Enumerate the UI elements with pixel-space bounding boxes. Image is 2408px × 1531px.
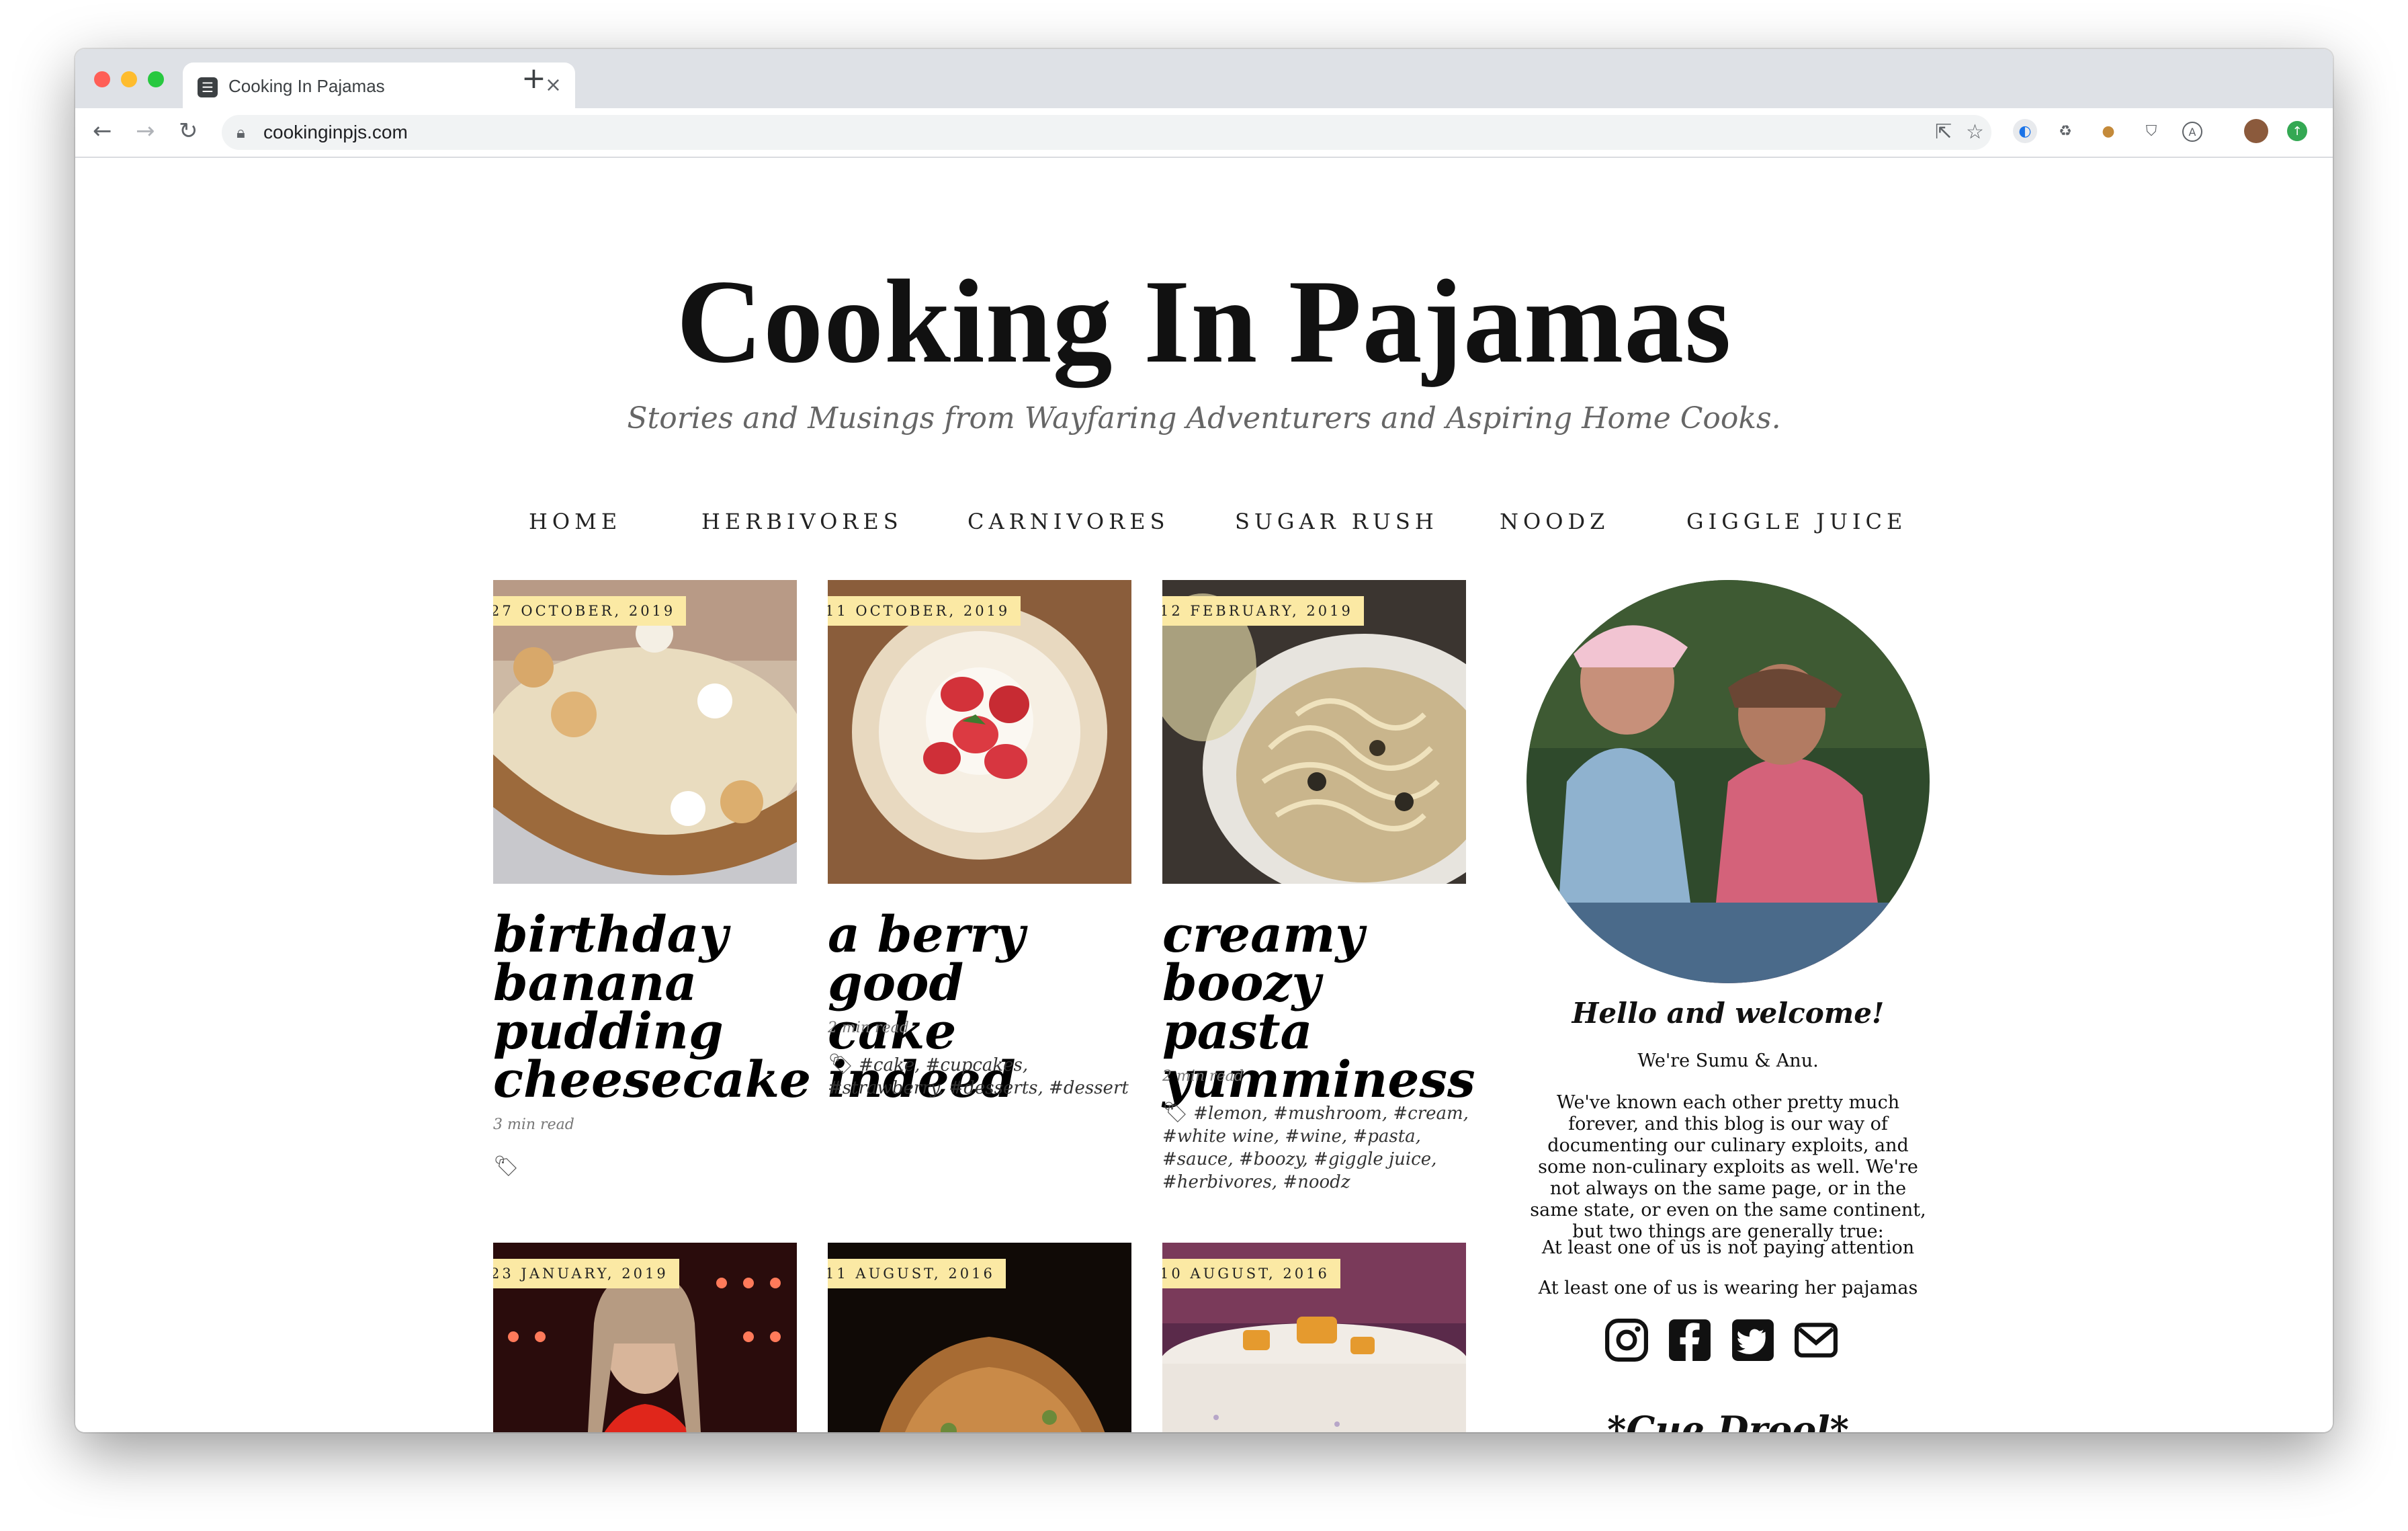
post-date: 23 JANUARY, 2019 [493, 1259, 679, 1288]
nav-home[interactable]: HOME [529, 509, 621, 534]
mail-icon[interactable] [1794, 1318, 1838, 1362]
post-image-party[interactable]: 23 JANUARY, 2019 [493, 1243, 797, 1432]
instagram-icon[interactable] [1604, 1318, 1649, 1362]
lock-icon: 🔒︎ [236, 123, 245, 142]
shield-extension-icon[interactable]: ⛉ [2139, 119, 2163, 143]
cue-drool-text: *Cue Drool* [1607, 1408, 1849, 1432]
recycle-extension-icon[interactable]: ♻ [2053, 119, 2077, 143]
post-date: 10 AUGUST, 2016 [1162, 1259, 1340, 1288]
browser-tab[interactable]: ☰ Cooking In Pajamas × [183, 63, 575, 108]
close-window-button[interactable] [94, 71, 110, 87]
a-extension-icon[interactable]: A [2182, 122, 2202, 142]
post-tags: 🏷︎ #cake, #cupcakes, #strawberry, #desser… [828, 1053, 1144, 1100]
post-image-frosted-cake[interactable]: 10 AUGUST, 2016 [1162, 1243, 1466, 1432]
tab-close-icon[interactable]: × [545, 73, 562, 97]
nav-giggle-juice[interactable]: GIGGLE JUICE [1686, 509, 1907, 534]
post-date: 11 AUGUST, 2016 [828, 1259, 1006, 1288]
truth-one: At least one of us is not paying attenti… [1541, 1237, 1915, 1258]
cookie-extension-icon[interactable]: ● [2096, 119, 2120, 143]
tag-icon: 🏷︎ [828, 1052, 854, 1076]
post-title-line: creamy [1162, 906, 1365, 964]
site-tagline: Stories and Musings from Wayfaring Adven… [627, 401, 1781, 436]
browser-toolbar: ← → ↻ 🔒︎ cookinginpjs.com ⇱ ☆ ◐ ♻ ● ⛉ A … [75, 108, 2333, 158]
post-image-bread[interactable]: 11 AUGUST, 2016 [828, 1243, 1131, 1432]
site-favicon-icon: ☰ [198, 77, 218, 97]
post-tags: 🏷︎ [493, 1155, 809, 1179]
nav-sugar-rush[interactable]: SUGAR RUSH [1235, 509, 1438, 534]
read-time: 2 min read [828, 1020, 909, 1036]
post-title[interactable]: birthday banana pudding cheesecake [493, 906, 812, 1109]
post-image-cheesecake[interactable]: 27 OCTOBER, 2019 [493, 580, 797, 884]
nav-carnivores[interactable]: CARNIVORES [968, 509, 1169, 534]
profile-avatar[interactable] [2244, 119, 2268, 143]
forward-arrow-icon[interactable]: → [136, 118, 155, 144]
update-icon[interactable]: ↑ [2287, 121, 2307, 141]
intro-text: We're Sumu & Anu. [1637, 1050, 1819, 1071]
new-tab-button[interactable]: + [521, 64, 546, 93]
post-date: 11 OCTOBER, 2019 [828, 596, 1021, 626]
minimize-window-button[interactable] [121, 71, 137, 87]
post-date: 27 OCTOBER, 2019 [493, 596, 687, 626]
tags-text[interactable]: #lemon, #mushroom, #cream, #white wine, … [1162, 1104, 1469, 1192]
tab-title: Cooking In Pajamas [228, 76, 385, 96]
authors-photo [1526, 580, 1930, 983]
post-title-line: banana [493, 954, 697, 1012]
maximize-window-button[interactable] [148, 71, 164, 87]
nav-noodz[interactable]: NOODZ [1500, 509, 1609, 534]
post-date: 12 FEBRUARY, 2019 [1162, 596, 1364, 626]
post-image-berry-cake[interactable]: 11 OCTOBER, 2019 [828, 580, 1131, 884]
post-image-pasta[interactable]: 12 FEBRUARY, 2019 [1162, 580, 1466, 884]
address-bar[interactable]: 🔒︎ cookinginpjs.com ⇱ ☆ [222, 115, 1991, 150]
nav-herbivores[interactable]: HERBIVORES [701, 509, 903, 534]
facebook-icon[interactable] [1668, 1318, 1712, 1362]
reload-icon[interactable]: ↻ [179, 118, 198, 144]
bookmark-star-icon[interactable]: ☆ [1966, 120, 1984, 144]
read-time: 3 min read [493, 1116, 574, 1133]
tag-icon: 🏷︎ [1162, 1101, 1189, 1124]
back-arrow-icon[interactable]: ← [93, 118, 112, 144]
read-time: 2 min read [1162, 1068, 1244, 1085]
post-title-line: cheesecake [493, 1051, 812, 1109]
post-title-line: boozy pasta [1162, 954, 1321, 1061]
share-icon[interactable]: ⇱ [1935, 120, 1952, 144]
browser-window: ☰ Cooking In Pajamas × + ← → ↻ 🔒︎ cookin… [75, 49, 2333, 1432]
web-page: Cooking In Pajamas Stories and Musings f… [75, 158, 2333, 1432]
about-text: We've known each other pretty much forev… [1530, 1092, 1926, 1242]
tags-text[interactable]: #cake, #cupcakes, #strawberry, #desserts… [828, 1055, 1129, 1098]
post-title-line: birthday [493, 906, 728, 964]
tag-icon: 🏷︎ [493, 1155, 519, 1178]
site-title[interactable]: Cooking In Pajamas [75, 252, 2333, 390]
post-title-line: pudding [493, 1003, 724, 1061]
truth-two: At least one of us is wearing her pajama… [1538, 1278, 1918, 1298]
extension-1-icon[interactable]: ◐ [2013, 119, 2037, 143]
welcome-heading: Hello and welcome! [1572, 997, 1885, 1030]
twitter-icon[interactable] [1731, 1318, 1775, 1362]
post-title-line: a berry good [828, 906, 1025, 1012]
post-tags: 🏷︎ #lemon, #mushroom, #cream, #white wine… [1162, 1102, 1478, 1194]
tab-strip: ☰ Cooking In Pajamas × + [75, 49, 2333, 108]
url-text[interactable]: cookinginpjs.com [263, 122, 408, 143]
